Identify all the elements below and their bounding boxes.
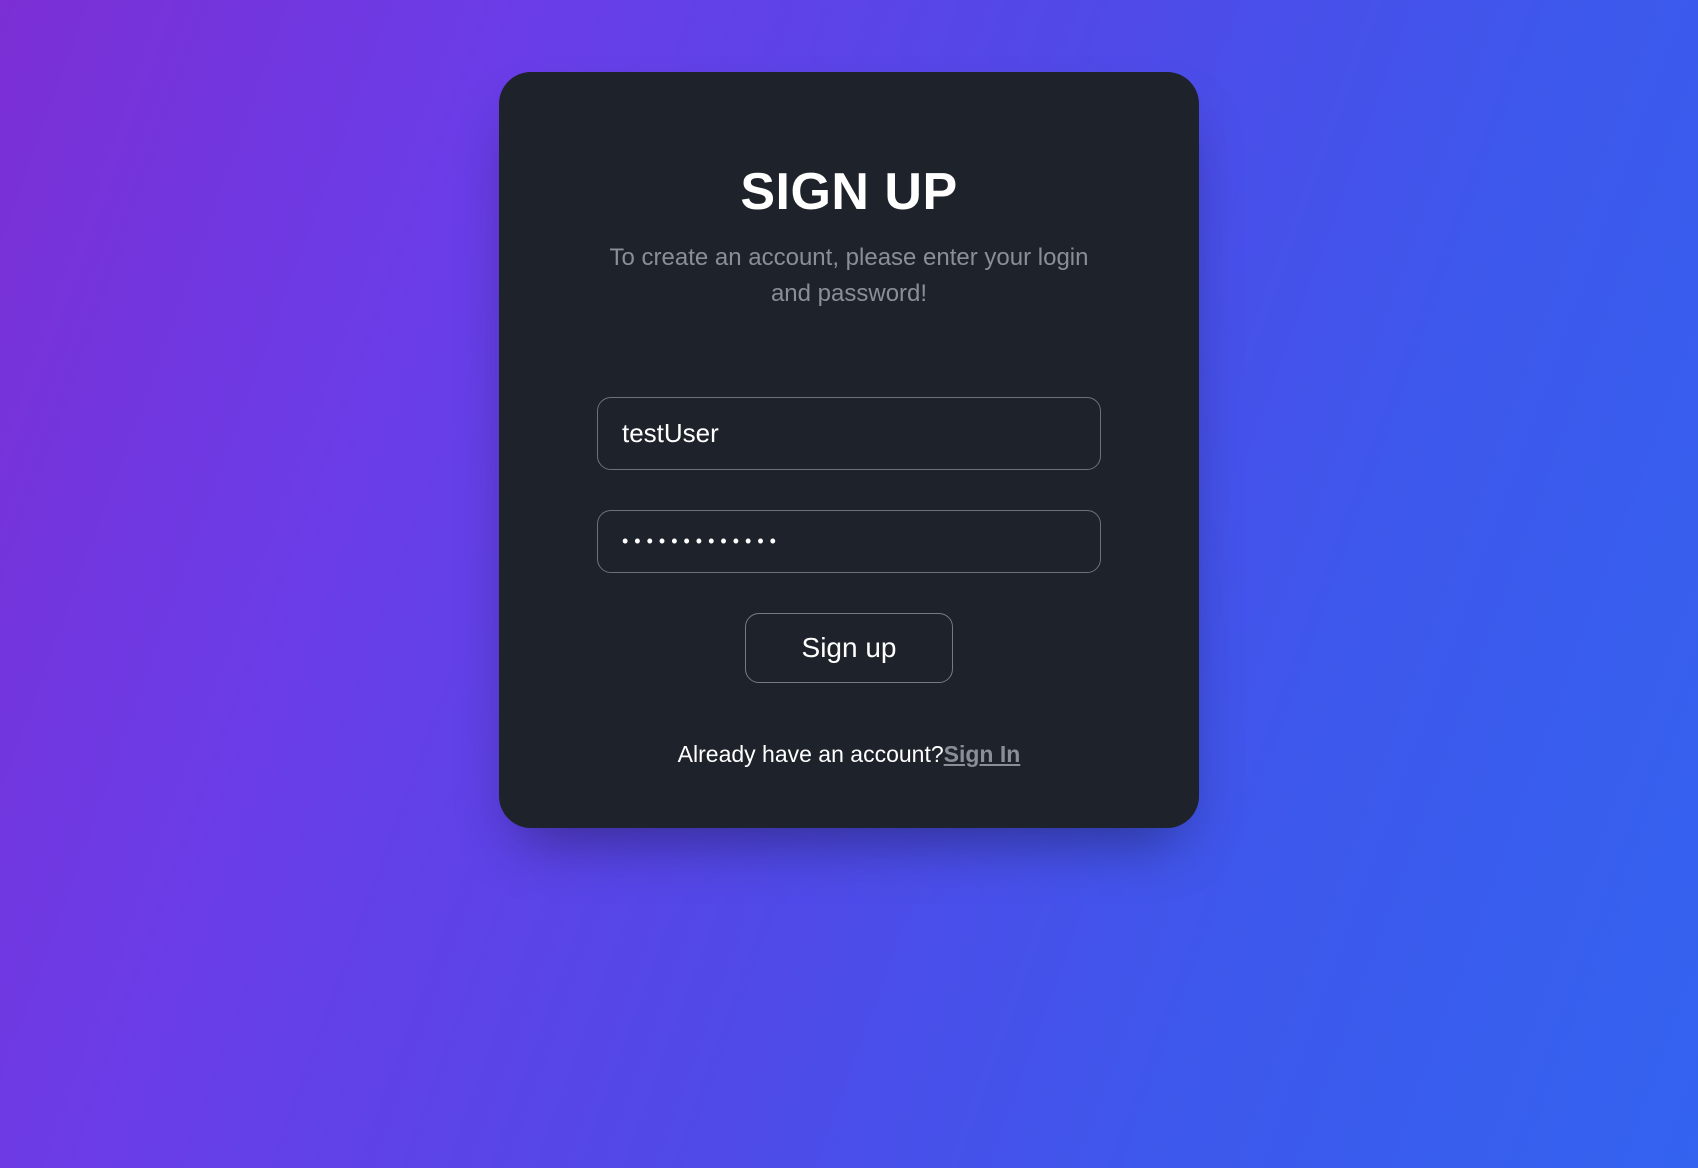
password-input[interactable] [597, 510, 1101, 573]
username-input[interactable] [597, 397, 1101, 470]
signup-button[interactable]: Sign up [745, 613, 954, 683]
footer: Already have an account?Sign In [597, 741, 1101, 768]
signup-card: SIGN UP To create an account, please ent… [499, 72, 1199, 828]
button-wrapper: Sign up [597, 613, 1101, 683]
signin-link[interactable]: Sign In [944, 741, 1021, 767]
footer-text: Already have an account? [678, 741, 944, 767]
page-title: SIGN UP [597, 162, 1101, 222]
page-subtitle: To create an account, please enter your … [597, 240, 1101, 312]
